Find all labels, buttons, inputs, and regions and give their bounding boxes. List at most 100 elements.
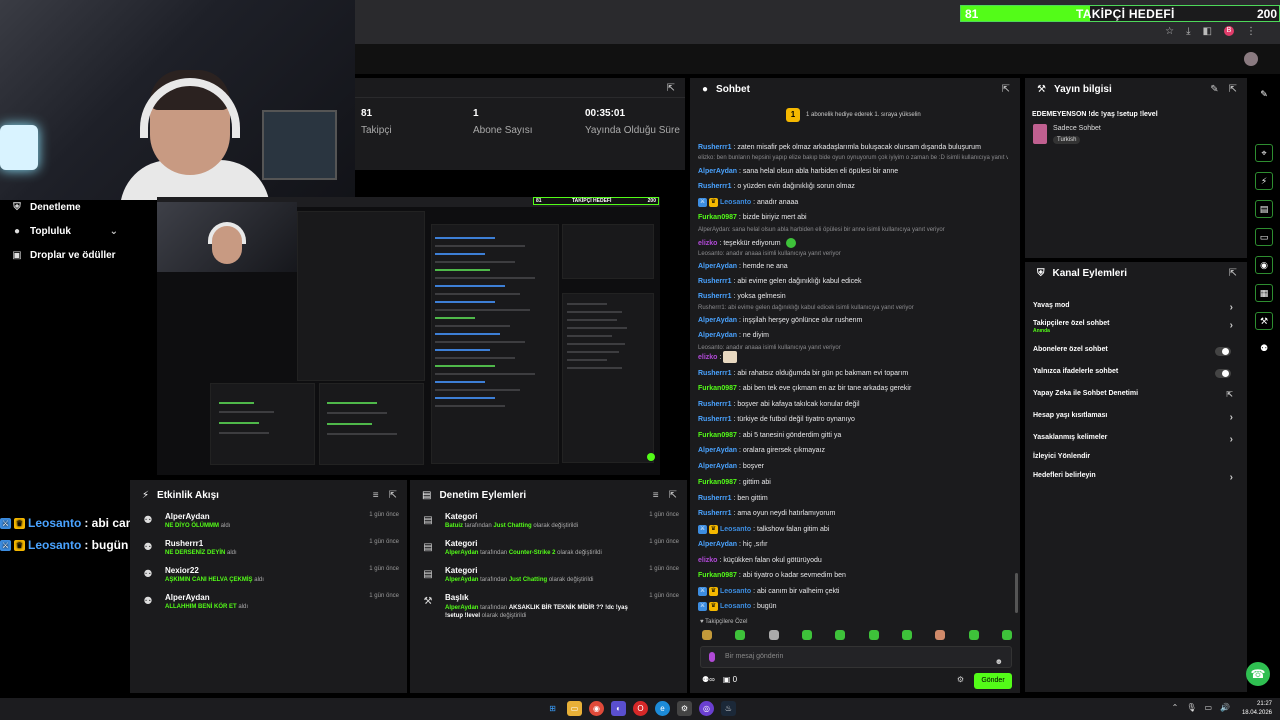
chat-message[interactable]: elizko: [698,350,1008,364]
chat-username[interactable]: Leosanto [720,199,751,206]
chat-username[interactable]: Rusherrr1 [698,401,731,408]
chat-message[interactable]: AlperAydan: boşver [698,459,1008,473]
chat-reply-context[interactable]: Rusherrr1: abi evime gelen dağınıklığı k… [698,303,1008,313]
steam-icon[interactable]: ♨ [721,701,736,716]
moderation-item[interactable]: ▤ Kategori AlperAydan tarafından Counter-S… [422,539,679,565]
obs-icon[interactable]: ◎ [699,701,714,716]
chat-reply-context[interactable]: AlperAydan: sana helal olsun abla harbid… [698,225,1008,235]
chat-username[interactable]: elizko [698,557,717,564]
chat-username[interactable]: elizko [698,240,717,247]
stream-preview[interactable]: 81 TAKİPÇİ HEDEFİ 200 [157,197,660,475]
filter-icon[interactable]: ≡ [653,490,659,501]
chat-message[interactable]: Rusherrr1: ben gittim [698,491,1008,505]
chat-message[interactable]: AlperAydan: inşşilah herşey gönlünce olu… [698,313,1008,327]
chat-message[interactable]: AlperAydan: ne diyim [698,328,1008,342]
chat-username[interactable]: Rusherrr1 [698,495,731,502]
chat-username[interactable]: Rusherrr1 [698,183,731,190]
file-explorer-icon[interactable]: ▭ [567,701,582,716]
crosshair-icon[interactable]: ⌖ [1255,144,1273,162]
chat-bubble-icon[interactable]: ▭ [1255,228,1273,246]
microphone-icon[interactable] [709,652,715,662]
chat-message[interactable]: ⚔ ♛ Leosanto: bugün [698,599,1008,613]
chat-message[interactable]: ⚔ ♛ Leosanto: anadır anaaa [698,195,1008,209]
chevron-right-icon[interactable]: › [1230,320,1233,331]
channel-action-item[interactable]: Hesap yaşı kısıtlaması › [1033,412,1239,430]
chat-message[interactable]: ⚔ ♛ Leosanto: talkshow falan gitim abi [698,522,1008,536]
microphone-icon[interactable]: 🎙 [1186,703,1196,712]
popout-icon[interactable]: ⇱ [1229,84,1237,95]
chat-username[interactable]: Rusherrr1 [698,370,731,377]
emote-icon[interactable] [768,630,779,640]
channel-action-item[interactable]: İzleyici Yönlendir [1033,453,1239,471]
speaker-icon[interactable]: 🔊 [1220,703,1230,712]
chat-username[interactable]: AlperAydan [698,447,737,454]
chat-message[interactable]: AlperAydan: sana helal olsun abla harbid… [698,164,1008,178]
chat-message[interactable]: Rusherrr1: türkiye de futbol değil tiyat… [698,412,1008,426]
chat-username[interactable]: AlperAydan [698,317,737,324]
chat-message[interactable]: Rusherrr1: yoksa gelmesin [698,289,1008,303]
chat-username[interactable]: AlperAydan [698,463,737,470]
chat-username[interactable]: Rusherrr1 [698,293,731,300]
chat-username[interactable]: Leosanto [720,526,751,533]
chat-username[interactable]: Furkan0987 [698,479,737,486]
chat-username[interactable]: Furkan0987 [698,385,737,392]
chat-reply-context[interactable]: elizko: ben bunların hepsini yapıp elize… [698,153,1008,163]
chevron-right-icon[interactable]: › [1230,412,1233,423]
emote-icon[interactable] [868,630,879,640]
edge-icon[interactable]: e [655,701,670,716]
chat-message[interactable]: ⚔ ♛ Leosanto: abi canım bir valheim çekti [698,584,1008,598]
popout-icon[interactable]: ⇱ [1002,84,1010,95]
chat-reply-context[interactable]: Leosanto: anadır anaaa isimli kullanıcıy… [698,249,1008,259]
channel-action-item[interactable]: Yalnızca ifadelerle sohbet [1033,368,1239,386]
opera-icon[interactable]: O [633,701,648,716]
infinity-icon[interactable]: ⚉∞ [702,675,715,684]
chat-username[interactable]: Rusherrr1 [698,416,731,423]
channel-action-item[interactable]: Yapay Zeka ile Sohbet Denetimi ⇱ [1033,390,1239,408]
channel-action-item[interactable]: Abonelere özel sohbet [1033,346,1239,364]
channel-action-item[interactable]: Hedefleri belirleyin › [1033,472,1239,490]
chevron-right-icon[interactable]: › [1230,302,1233,313]
sidebar-item-denetleme[interactable]: ⛨ Denetleme [0,195,128,219]
activity-item[interactable]: ⚉ AlperAydan NE DİYO ÖLÜMMM aldı 1 gün önce [142,512,399,538]
activity-item[interactable]: ⚉ Rusherrr1 NE DERSENİZ DEYİN aldı 1 gün ön… [142,539,399,565]
chat-username[interactable]: Rusherrr1 [698,278,731,285]
bolt-icon[interactable]: ⚡ [1255,172,1273,190]
external-link-icon[interactable]: ⇱ [1226,390,1233,399]
layout-icon[interactable]: ▦ [1255,284,1273,302]
wrench-icon[interactable]: ⚒ [1255,312,1273,330]
star-icon[interactable]: ☆ [1165,26,1174,37]
chat-username[interactable]: elizko [698,354,717,361]
emote-icon[interactable] [702,630,712,640]
chevron-down-icon[interactable]: ⌄ [110,226,118,237]
document-icon[interactable]: ▤ [1255,200,1273,218]
toggle-switch[interactable] [1215,369,1231,378]
chat-username[interactable]: AlperAydan [698,332,737,339]
chat-message[interactable]: Rusherrr1: abi evime gelen dağınıklığı k… [698,274,1008,288]
emote-icon[interactable] [968,630,979,640]
chat-username[interactable]: Furkan0987 [698,572,737,579]
emote-icon[interactable] [1001,630,1012,640]
gear-icon[interactable]: ⚙ [957,675,964,684]
menu-icon[interactable]: ⋮ [1246,26,1256,37]
profile-icon[interactable]: B [1224,26,1234,36]
users-icon[interactable]: ⚉ [1255,340,1273,358]
windows-start-icon[interactable]: ⊞ [545,701,560,716]
chat-message[interactable]: AlperAydan: hiç ,sıfır [698,537,1008,551]
moderation-item[interactable]: ▤ Kategori Batuiz tarafından Just Chatting… [422,512,679,538]
broadcast-icon[interactable]: ◉ [1255,256,1273,274]
chat-message[interactable]: Rusherrr1: abi rahatsız olduğumda bir gü… [698,366,1008,380]
popout-icon[interactable]: ⇱ [1229,268,1237,279]
chat-message[interactable]: elizko: küçükken falan okul götürüyodu [698,553,1008,567]
chat-username[interactable]: AlperAydan [698,263,737,270]
emote-icon[interactable] [801,630,812,640]
emote-icon[interactable] [835,630,846,640]
chevron-up-icon[interactable]: ⌃ [1172,703,1179,712]
emote-icon[interactable] [935,630,946,640]
chat-username[interactable]: Leosanto [720,603,751,610]
user-avatar[interactable] [1244,52,1258,66]
chat-message[interactable]: Rusherrr1: ama oyun neydi hatırlamıyorum [698,506,1008,520]
chat-message[interactable]: AlperAydan: hemde ne ana [698,259,1008,273]
channel-action-item[interactable]: Yavaş mod › [1033,302,1239,320]
pencil-icon[interactable]: ✎ [1255,86,1273,104]
filter-icon[interactable]: ≡ [373,490,379,501]
